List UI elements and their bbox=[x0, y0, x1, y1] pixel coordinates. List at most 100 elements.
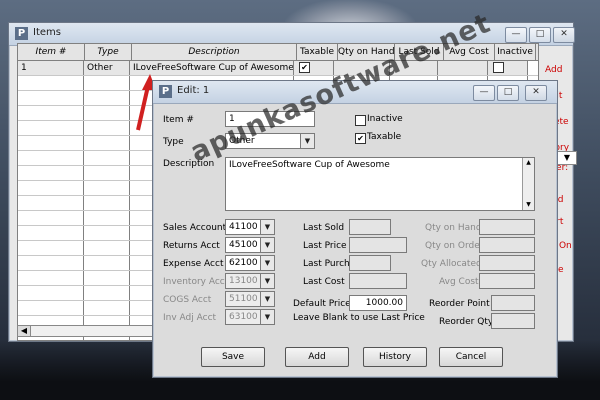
reorder-qty-field[interactable] bbox=[491, 313, 535, 329]
table-cell bbox=[84, 166, 130, 180]
expense-acct-select[interactable]: 62100 ▼ bbox=[225, 255, 275, 271]
maximize-button[interactable]: □ bbox=[497, 85, 519, 101]
col-qty-on-hand[interactable]: Qty on Hand bbox=[338, 44, 395, 60]
table-row[interactable]: 1 Other ILoveFreeSoftware Cup of Awesome… bbox=[18, 61, 538, 76]
table-cell bbox=[18, 271, 84, 285]
chevron-down-icon[interactable]: ▼ bbox=[260, 238, 274, 252]
last-sold-label: Last Sold bbox=[303, 223, 345, 233]
scroll-down-icon[interactable]: ▼ bbox=[523, 200, 534, 210]
qty-allocated-field bbox=[479, 255, 535, 271]
col-item-number[interactable]: Item # bbox=[18, 44, 85, 60]
taxable-checkbox[interactable]: ✔ bbox=[355, 133, 366, 144]
chevron-down-icon[interactable]: ▼ bbox=[260, 220, 274, 234]
add-link[interactable]: Add bbox=[545, 65, 562, 75]
cogs-acct-value: 51100 bbox=[229, 294, 258, 304]
table-cell bbox=[84, 136, 130, 150]
col-last-sold[interactable]: Last Sold bbox=[395, 44, 444, 60]
table-cell bbox=[18, 76, 84, 90]
inv-adj-acct-label: Inv Adj Acct bbox=[163, 313, 217, 323]
description-value: ILoveFreeSoftware Cup of Awesome bbox=[229, 160, 390, 170]
table-cell bbox=[18, 256, 84, 270]
default-price-input[interactable]: 1000.00 bbox=[349, 295, 407, 311]
chevron-down-icon: ▼ bbox=[260, 274, 274, 288]
cogs-acct-select: 51100 ▼ bbox=[225, 291, 275, 307]
inventory-acct-value: 13100 bbox=[229, 276, 258, 286]
table-cell bbox=[84, 151, 130, 165]
returns-acct-label: Returns Acct bbox=[163, 241, 220, 251]
default-price-label: Default Price bbox=[293, 299, 351, 309]
close-button[interactable]: ✕ bbox=[525, 85, 547, 101]
col-taxable[interactable]: Taxable bbox=[297, 44, 338, 60]
edit-titlebar: P Edit: 1 — □ ✕ bbox=[153, 81, 557, 104]
table-cell bbox=[18, 211, 84, 225]
table-cell bbox=[18, 196, 84, 210]
filter-dropdown[interactable]: ▼ bbox=[557, 151, 577, 165]
last-price-field bbox=[349, 237, 407, 253]
returns-acct-select[interactable]: 45100 ▼ bbox=[225, 237, 275, 253]
cogs-acct-label: COGS Acct bbox=[163, 295, 212, 305]
cell-type: Other bbox=[84, 61, 130, 75]
close-button[interactable]: ✕ bbox=[553, 27, 575, 43]
scroll-up-icon[interactable]: ▲ bbox=[523, 158, 534, 168]
last-price-label: Last Price bbox=[303, 241, 347, 251]
item-number-label: Item # bbox=[163, 115, 194, 125]
qty-on-order-label: Qty on Order bbox=[425, 241, 484, 251]
last-cost-label: Last Cost bbox=[303, 277, 345, 287]
last-cost-field bbox=[349, 273, 407, 289]
table-cell bbox=[84, 121, 130, 135]
table-cell bbox=[18, 241, 84, 255]
table-cell bbox=[84, 91, 130, 105]
table-cell bbox=[18, 301, 84, 315]
table-cell bbox=[18, 136, 84, 150]
app-icon: P bbox=[15, 27, 28, 40]
cell-qty-on-hand bbox=[334, 61, 390, 75]
maximize-button[interactable]: □ bbox=[529, 27, 551, 43]
col-description[interactable]: Description bbox=[132, 44, 297, 60]
last-sold-field bbox=[349, 219, 391, 235]
table-cell bbox=[84, 241, 130, 255]
col-avg-cost[interactable]: Avg Cost bbox=[444, 44, 495, 60]
description-scrollbar[interactable]: ▲ ▼ bbox=[522, 158, 534, 210]
type-select[interactable]: Other ▼ bbox=[225, 133, 315, 149]
col-type[interactable]: Type bbox=[85, 44, 132, 60]
item-number-input[interactable]: 1 bbox=[225, 111, 315, 127]
table-cell bbox=[18, 286, 84, 300]
table-cell bbox=[18, 181, 84, 195]
chevron-down-icon[interactable]: ▼ bbox=[260, 256, 274, 270]
type-value: Other bbox=[229, 136, 255, 146]
chevron-down-icon: ▼ bbox=[260, 292, 274, 306]
table-cell bbox=[84, 196, 130, 210]
sales-account-select[interactable]: 41100 ▼ bbox=[225, 219, 275, 235]
save-button[interactable]: Save bbox=[201, 347, 265, 367]
inv-adj-acct-value: 63100 bbox=[229, 312, 258, 322]
reorder-point-field[interactable] bbox=[491, 295, 535, 311]
table-cell bbox=[84, 226, 130, 240]
minimize-button[interactable]: — bbox=[505, 27, 527, 43]
edit-dialog: P Edit: 1 — □ ✕ Item # 1 Inactive ✔ Taxa… bbox=[152, 80, 558, 378]
table-cell bbox=[84, 256, 130, 270]
inactive-checkbox[interactable] bbox=[493, 62, 504, 73]
scroll-left-icon[interactable]: ◀ bbox=[18, 326, 31, 336]
col-inactive[interactable]: Inactive bbox=[495, 44, 536, 60]
chevron-down-icon: ▼ bbox=[260, 310, 274, 324]
expense-acct-value: 62100 bbox=[229, 258, 258, 268]
cancel-button[interactable]: Cancel bbox=[439, 347, 503, 367]
grid-header: Item # Type Description Taxable Qty on H… bbox=[18, 44, 538, 61]
add-button[interactable]: Add bbox=[285, 347, 349, 367]
app-icon: P bbox=[159, 85, 172, 98]
inventory-acct-select: 13100 ▼ bbox=[225, 273, 275, 289]
reorder-qty-label: Reorder Qty bbox=[439, 317, 494, 327]
reorder-point-label: Reorder Point bbox=[429, 299, 490, 309]
minimize-button[interactable]: — bbox=[473, 85, 495, 101]
chevron-down-icon[interactable]: ▼ bbox=[300, 134, 314, 148]
type-label: Type bbox=[163, 137, 184, 147]
qty-on-hand-field bbox=[479, 219, 535, 235]
cell-last-sold bbox=[390, 61, 438, 75]
history-button[interactable]: History bbox=[363, 347, 427, 367]
inactive-checkbox[interactable] bbox=[355, 115, 366, 126]
description-textarea[interactable]: ILoveFreeSoftware Cup of Awesome ▲ ▼ bbox=[225, 157, 535, 211]
description-label: Description bbox=[163, 159, 215, 169]
cell-avg-cost bbox=[438, 61, 488, 75]
taxable-checkbox[interactable]: ✔ bbox=[299, 62, 310, 73]
table-cell bbox=[18, 226, 84, 240]
